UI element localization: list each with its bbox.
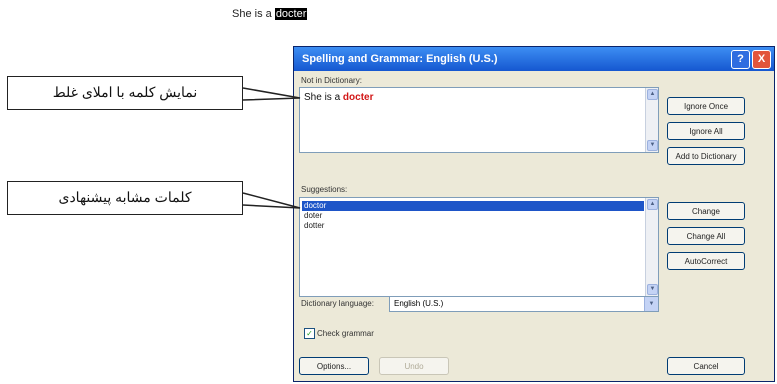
callout-pointer-misspelled [242,87,301,101]
callout-pointers [242,87,301,209]
callout-pointer-suggestions [242,192,301,209]
